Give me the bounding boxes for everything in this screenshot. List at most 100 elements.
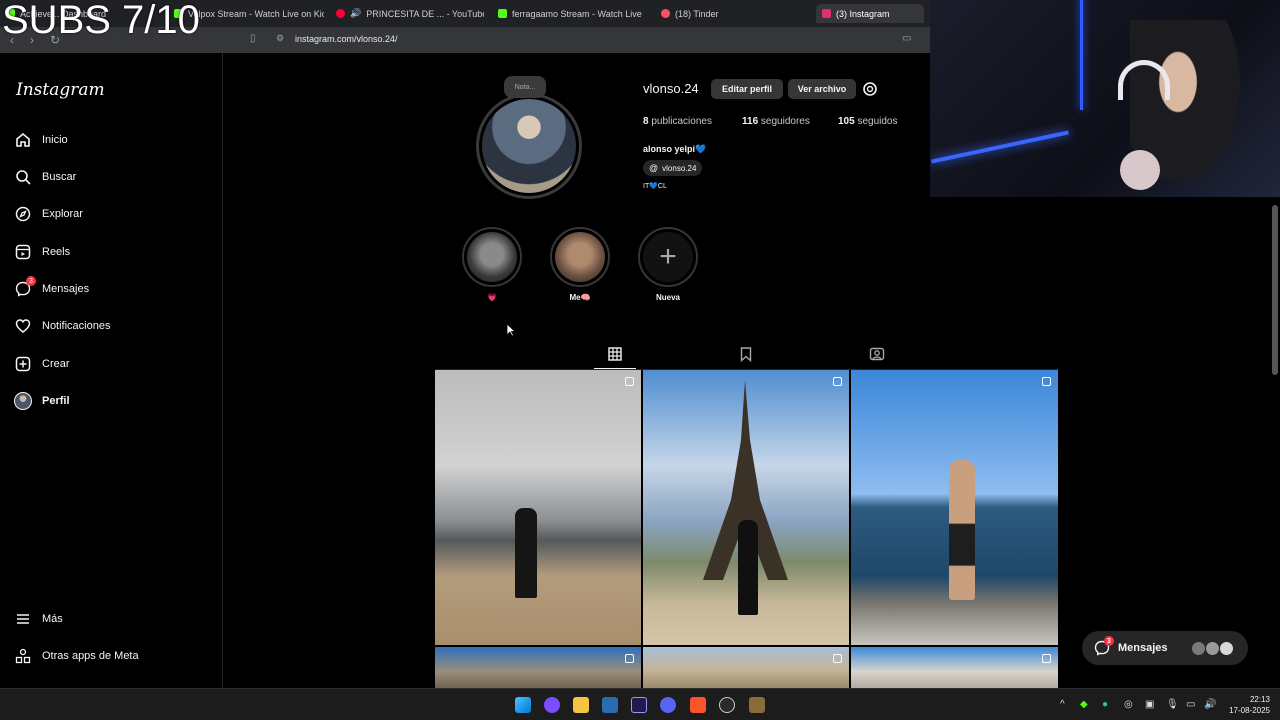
bookmark-icon[interactable]: ▯ — [250, 33, 256, 44]
threads-link[interactable]: @ vlonso.24 — [643, 160, 703, 176]
page-scrollbar[interactable] — [1270, 197, 1280, 688]
browser-tab[interactable]: 🔊 PRINCESITA DE ... - YouTube Mu — [336, 4, 484, 23]
browser-tab-active[interactable]: (3) Instagram — [816, 4, 924, 23]
store-icon[interactable] — [602, 697, 618, 713]
sidebar-item-buscar[interactable]: Buscar — [14, 164, 76, 190]
tab-favicon-icon — [822, 9, 831, 18]
obs-icon[interactable] — [719, 697, 735, 713]
sidebar-item-mensajes[interactable]: 3 Mensajes — [14, 276, 89, 302]
sidebar-item-explorar[interactable]: Explorar — [14, 201, 83, 227]
story-highlight[interactable]: 💗 — [462, 227, 522, 302]
following-count-value: 105 — [838, 116, 855, 127]
sidebar-item-label: Inicio — [42, 134, 68, 146]
hamburger-menu-icon — [14, 610, 32, 628]
discord-icon[interactable] — [660, 697, 676, 713]
minecraft-icon[interactable] — [749, 697, 765, 713]
tab-label: Velpox Stream - Watch Live on Kick — [188, 8, 324, 19]
tray-app-icon[interactable]: ▣ — [1145, 699, 1154, 710]
threads-icon: @ — [649, 163, 659, 173]
tab-posts-grid-icon[interactable] — [607, 346, 623, 362]
sidebar-item-inicio[interactable]: Inicio — [14, 127, 68, 153]
apps-grid-icon — [14, 647, 32, 665]
sidebar-item-label: Reels — [42, 246, 71, 258]
profile-note[interactable]: Nota... — [504, 76, 546, 98]
new-highlight-button[interactable]: + Nueva — [638, 227, 698, 302]
sidebar-item-mas[interactable]: Más — [14, 606, 63, 632]
brave-browser-icon[interactable] — [690, 697, 706, 713]
post-thumbnail[interactable] — [851, 370, 1058, 645]
tray-app-icon[interactable]: ◎ — [1124, 699, 1133, 710]
tab-favicon-icon — [336, 9, 345, 18]
reels-icon — [14, 243, 32, 261]
windows-start-icon[interactable] — [515, 697, 531, 713]
profile-bio: IT💙CL — [643, 183, 667, 190]
post-thumbnail[interactable] — [435, 647, 641, 688]
tray-expand-icon[interactable]: ^ — [1060, 699, 1065, 710]
heart-icon — [14, 317, 32, 335]
microphone-icon[interactable]: 🎙 — [1166, 699, 1179, 710]
carousel-icon — [833, 377, 842, 386]
active-tab-indicator — [594, 368, 636, 369]
cast-icon[interactable]: ▭ — [902, 33, 911, 44]
scrollbar-thumb[interactable] — [1272, 205, 1278, 375]
mouse-cursor-icon — [506, 323, 516, 337]
followers-count[interactable]: 116 seguidores — [742, 116, 810, 127]
story-highlight[interactable]: Me🧠 — [550, 227, 610, 302]
browser-tab[interactable]: ferragaamo Stream - Watch Live on I — [498, 4, 644, 23]
avatar — [1219, 641, 1234, 656]
tab-label: (3) Instagram — [836, 8, 890, 19]
explore-icon — [14, 205, 32, 223]
site-settings-icon[interactable]: ⚙ — [276, 33, 284, 44]
posts-count-label: publicaciones — [651, 116, 712, 127]
url-field[interactable]: instagram.com/vlonso.24/ — [295, 34, 398, 44]
sidebar-item-label: Más — [42, 613, 63, 625]
system-clock[interactable]: 22:13 17-08-2025 — [1229, 694, 1270, 716]
tab-label: ferragaamo Stream - Watch Live on I — [512, 8, 644, 19]
carousel-icon — [1042, 654, 1051, 663]
post-thumbnail[interactable] — [643, 370, 849, 645]
file-explorer-icon[interactable] — [573, 697, 589, 713]
volume-icon[interactable]: 🔊 — [1204, 699, 1216, 710]
display-icon[interactable]: ▭ — [1186, 699, 1195, 710]
carousel-icon — [625, 377, 634, 386]
sidebar-item-meta-apps[interactable]: Otras apps de Meta — [14, 643, 139, 669]
profile-avatar[interactable] — [476, 93, 582, 199]
search-icon — [14, 168, 32, 186]
post-thumbnail[interactable] — [851, 647, 1058, 688]
profile-full-name: alonso yelpi💙 — [643, 144, 707, 154]
post-thumbnail[interactable] — [643, 647, 849, 688]
sidebar-item-label: Otras apps de Meta — [42, 650, 139, 662]
highlight-label: Me🧠 — [569, 293, 591, 302]
tab-label: (18) Tinder — [675, 8, 719, 19]
premiere-icon[interactable] — [631, 697, 647, 713]
cortana-icon[interactable] — [544, 697, 560, 713]
tab-tagged-icon[interactable] — [869, 346, 885, 362]
sidebar-item-perfil[interactable]: Perfil — [14, 388, 70, 414]
speaker-icon: 🔊 — [350, 8, 362, 18]
view-archive-button[interactable]: Ver archivo — [788, 79, 856, 99]
instagram-logo[interactable]: Instagram — [16, 80, 105, 100]
profile-photo — [482, 99, 576, 193]
sidebar-item-notificaciones[interactable]: Notificaciones — [14, 313, 110, 339]
sidebar-item-label: Crear — [42, 358, 70, 370]
browser-tab[interactable]: (18) Tinder — [661, 4, 811, 23]
edit-profile-button[interactable]: Editar perfil — [711, 79, 783, 99]
tab-saved-bookmark-icon[interactable] — [738, 346, 754, 363]
tray-app-icon[interactable]: ◆ — [1080, 699, 1088, 710]
sidebar-item-crear[interactable]: Crear — [14, 351, 70, 377]
following-count[interactable]: 105 seguidos — [838, 116, 898, 127]
messages-label: Mensajes — [1118, 642, 1168, 654]
tab-favicon-icon — [661, 9, 670, 18]
windows-taskbar: ^ ◆ ● ◎ ▣ 🎙 ▭ 🔊 22:13 17-08-2025 — [0, 688, 1280, 720]
tray-status-icon[interactable]: ● — [1102, 699, 1108, 710]
sidebar-item-reels[interactable]: Reels — [14, 239, 70, 265]
following-count-label: seguidos — [857, 116, 898, 127]
sidebar-item-label: Perfil — [42, 395, 70, 407]
plus-icon: + — [659, 240, 677, 273]
post-thumbnail[interactable] — [435, 370, 641, 645]
carousel-icon — [833, 654, 842, 663]
avatar — [1191, 641, 1206, 656]
messenger-icon: 3 — [14, 276, 36, 298]
sidebar-item-label: Explorar — [42, 208, 83, 220]
settings-gear-icon[interactable] — [862, 81, 878, 97]
